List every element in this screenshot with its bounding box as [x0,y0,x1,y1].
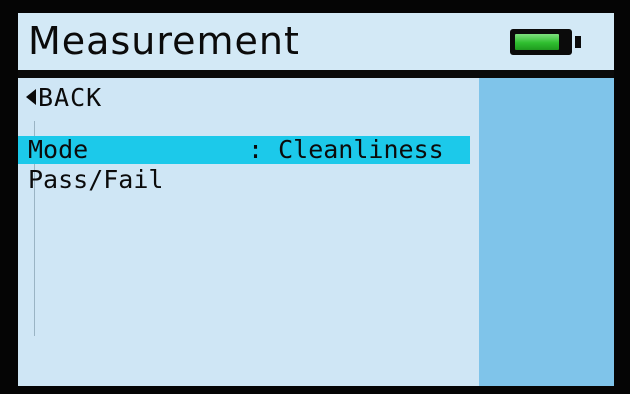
menu-item-label: Mode [28,135,89,164]
triangle-left-icon [26,89,36,105]
battery-level [515,34,559,50]
menu-item-label: Pass/Fail [28,165,164,194]
display-screen: Measurement BACK Mode : Cleanliness Pass… [18,13,614,386]
menu-item-pass-fail[interactable]: Pass/Fail [18,166,470,194]
side-panel [479,78,614,386]
menu-item-value: : Cleanliness [248,135,444,164]
menu-list: BACK Mode : Cleanliness Pass/Fail [18,78,479,386]
page-title: Measurement [28,19,300,63]
back-label: BACK [38,82,103,112]
battery-tip [575,36,581,48]
menu-item-mode[interactable]: Mode : Cleanliness [18,136,470,164]
header-divider [18,70,614,78]
battery-icon [510,29,572,55]
header-bar: Measurement [18,13,614,70]
back-button[interactable]: BACK [26,82,102,112]
